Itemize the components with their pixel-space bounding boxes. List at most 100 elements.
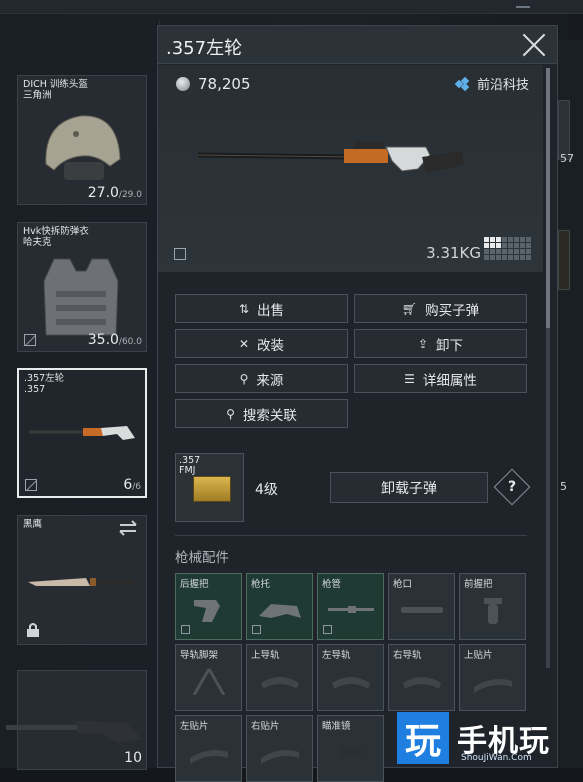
equipment-slot-helmet[interactable]: DICH 训练头盔 三角洲 27.0/29.0 [17, 75, 147, 205]
item-weight: 3.31KG [426, 244, 481, 262]
equipment-column: DICH 训练头盔 三角洲 27.0/29.0 Hvk快拆防弹衣 哈夫克 35.… [4, 20, 160, 770]
coin-icon [176, 77, 190, 91]
armor-vest-icon [43, 258, 119, 336]
scrollbar-thumb[interactable] [546, 68, 550, 328]
equipment-slot-rifle[interactable]: 10 [6, 670, 147, 770]
help-icon: ? [507, 479, 517, 495]
attachment-scope[interactable]: 瞄准镜 [317, 715, 384, 782]
non-tradeable-icon [181, 625, 190, 634]
equipment-slot-armor[interactable]: Hvk快拆防弹衣 哈夫克 35.0/60.0 [17, 222, 147, 352]
ammo-box-icon [193, 476, 231, 502]
watermark-logo: 玩 [397, 712, 449, 764]
attachment-top-patch[interactable]: 上贴片 [459, 644, 526, 711]
attachments-title: 枪械配件 [175, 550, 229, 566]
attachment-right-rail[interactable]: 右导轨 [388, 644, 455, 711]
item-detail-panel: .357左轮 78,205 前沿科技 3.31KG ⇅ 出售 🛒︎ 购买子弹 ✕… [157, 25, 558, 782]
cart-icon: 🛒︎ [401, 301, 418, 316]
attachment-right-patch[interactable]: 右贴片 [246, 715, 313, 782]
helmet-icon [45, 115, 121, 180]
slot-name: DICH 训练头盔 三角洲 [23, 79, 88, 101]
item-title: .357左轮 [166, 38, 243, 59]
buy-ammo-button[interactable]: 🛒︎ 购买子弹 [354, 294, 527, 323]
ammo-label: .357 FMJ [179, 455, 201, 476]
attachment-label: 上导轨 [251, 650, 280, 661]
patch-icon [190, 750, 228, 764]
slot-durability: 35.0/60.0 [87, 332, 142, 348]
list-icon: ☰ [404, 371, 415, 386]
panel-header: .357左轮 [158, 26, 557, 64]
attachment-label: 前握把 [464, 579, 493, 590]
attachment-label: 后握把 [180, 579, 209, 590]
foregrip-icon [484, 598, 502, 624]
sell-button[interactable]: ⇅ 出售 [175, 294, 348, 323]
attachment-top-rail[interactable]: 上导轨 [246, 644, 313, 711]
patch-icon [474, 679, 512, 693]
attachment-left-rail[interactable]: 左导轨 [317, 644, 384, 711]
knife-icon [28, 578, 134, 586]
attachment-rear-grip[interactable]: 后握把 [175, 573, 242, 640]
search-related-button[interactable]: ⚲ 搜索关联 [175, 399, 348, 428]
slot-durability: 10 [124, 750, 142, 766]
top-bar [0, 0, 583, 14]
attachment-label: 枪管 [322, 579, 342, 590]
rail-icon [332, 677, 370, 689]
attachment-label: 瞄准镜 [322, 721, 351, 732]
slot-name: Hvk快拆防弹衣 哈夫克 [23, 226, 89, 248]
grip-icon [194, 600, 220, 622]
attachment-barrel[interactable]: 枪管 [317, 573, 384, 640]
non-tradeable-icon [25, 479, 37, 491]
attachment-label: 左导轨 [322, 650, 351, 661]
unload-ammo-button[interactable]: 卸载子弹 [330, 472, 488, 503]
attachment-muzzle[interactable]: 枪口 [388, 573, 455, 640]
attachment-label: 枪托 [251, 579, 271, 590]
non-tradeable-icon [24, 334, 36, 346]
ammo-slot[interactable]: .357 FMJ [175, 453, 244, 522]
close-button[interactable] [521, 32, 547, 58]
side-tab[interactable] [558, 100, 570, 160]
brand: 前沿科技 [454, 74, 529, 93]
unequip-button[interactable]: ⇪ 卸下 [354, 329, 527, 358]
help-button[interactable]: ? [493, 468, 531, 506]
sell-icon: ⇅ [238, 301, 250, 316]
side-tab[interactable] [558, 230, 570, 290]
scope-icon [338, 745, 369, 759]
attachment-left-patch[interactable]: 左贴片 [175, 715, 242, 782]
buy-ammo-label: 购买子弹 [425, 302, 480, 319]
rifle-icon [6, 721, 142, 743]
equipment-slot-weapon[interactable]: .357左轮 .357 6/6 [17, 368, 147, 498]
modify-button[interactable]: ✕ 改装 [175, 329, 348, 358]
barrel-icon [328, 606, 374, 613]
stock-icon [259, 604, 301, 618]
item-preview: 78,205 前沿科技 3.31KG [158, 65, 543, 272]
rail-icon [403, 677, 441, 689]
price: 78,205 [176, 75, 251, 93]
non-tradeable-icon [174, 248, 186, 260]
side-number: 5 [560, 480, 567, 493]
top-bar-tick [516, 6, 530, 8]
unequip-label: 卸下 [436, 337, 464, 354]
attachment-bipod[interactable]: 导轨脚架 [175, 644, 242, 711]
equipment-slot-knife[interactable]: 黑鹰 [17, 515, 147, 645]
slot-name: 黑鹰 [23, 519, 43, 530]
attachment-label: 枪口 [393, 579, 413, 590]
attachment-front-grip[interactable]: 前握把 [459, 573, 526, 640]
attachment-label: 右贴片 [251, 721, 280, 732]
brand-logo-icon [454, 76, 472, 91]
slot-durability: 27.0/29.0 [87, 185, 142, 201]
swap-icon[interactable] [118, 520, 140, 536]
scrollbar[interactable] [546, 68, 550, 668]
sell-label: 出售 [257, 302, 285, 319]
source-button[interactable]: ⚲ 来源 [175, 364, 348, 393]
lock-icon [27, 623, 39, 637]
divider [175, 535, 527, 536]
modify-label: 改装 [257, 337, 285, 354]
details-button[interactable]: ☰ 详细属性 [354, 364, 527, 393]
revolver-icon [29, 426, 135, 440]
upload-icon: ⇪ [417, 336, 429, 351]
item-size-grid [484, 237, 531, 260]
details-label: 详细属性 [422, 372, 477, 389]
attachment-stock[interactable]: 枪托 [246, 573, 313, 640]
patch-icon [261, 750, 299, 764]
slot-name: .357左轮 .357 [24, 373, 65, 395]
search-icon: ⚲ [239, 371, 249, 386]
